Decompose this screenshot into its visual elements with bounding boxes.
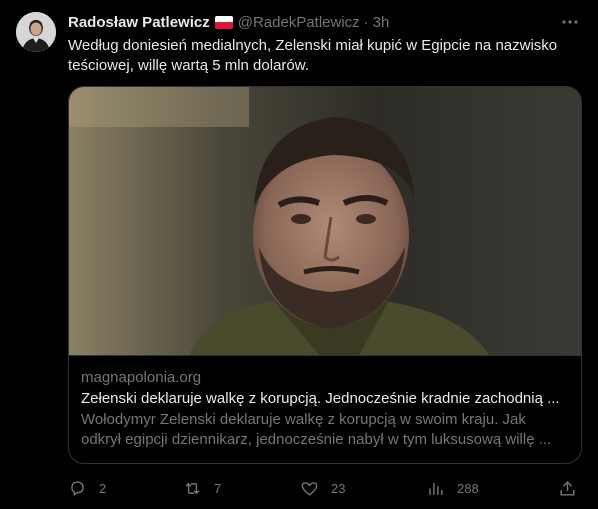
author-name[interactable]: Radosław Patlewicz bbox=[68, 14, 210, 31]
avatar[interactable] bbox=[16, 12, 56, 52]
like-count: 23 bbox=[331, 480, 346, 496]
reply-button[interactable]: 2 bbox=[68, 476, 106, 500]
poland-flag-icon bbox=[214, 15, 233, 29]
retweet-count: 7 bbox=[214, 480, 222, 496]
link-card-meta[interactable]: magnapolonia.org Zełenski deklaruje walk… bbox=[69, 355, 581, 450]
reply-icon bbox=[71, 480, 84, 496]
action-bar: 2 7 23 288 bbox=[68, 476, 582, 500]
timestamp[interactable]: 3h bbox=[373, 14, 390, 31]
share-button[interactable] bbox=[558, 476, 577, 500]
link-card-description-line: odkrył egipcji dziennikarz, jednocześnie… bbox=[81, 431, 552, 448]
author-handle[interactable]: @RadekPatlewicz bbox=[238, 14, 360, 31]
link-card-title: Zełenski deklaruje walkę z korupcją. Jed… bbox=[81, 390, 560, 407]
reply-count: 2 bbox=[99, 480, 107, 496]
like-button[interactable]: 23 bbox=[300, 476, 345, 500]
link-card-domain: magnapolonia.org bbox=[81, 369, 202, 386]
tweet: Radosław Patlewicz @RadekPatlewicz · 3h … bbox=[0, 0, 598, 509]
tweet-text-line: teściowej, willę wartą 5 mln dolarów. bbox=[68, 57, 309, 74]
link-card-description: Wołodymyr Zelenski deklaruje walkę z kor… bbox=[81, 410, 569, 450]
link-card[interactable]: magnapolonia.org Zełenski deklaruje walk… bbox=[68, 86, 582, 464]
tweet-header: Radosław Patlewicz @RadekPatlewicz · 3h bbox=[68, 12, 389, 32]
separator-dot: · bbox=[363, 13, 369, 31]
portrait-photo bbox=[69, 87, 581, 355]
views-icon bbox=[429, 482, 443, 495]
tweet-text: Według doniesień medialnych, Zelenski mi… bbox=[68, 36, 578, 76]
avatar-image bbox=[16, 12, 56, 52]
share-icon bbox=[560, 480, 575, 496]
views-button[interactable]: 288 bbox=[426, 476, 479, 500]
link-card-description-line: Wołodymyr Zelenski deklaruje walkę z kor… bbox=[81, 411, 526, 428]
more-options-icon[interactable] bbox=[560, 12, 580, 32]
retweet-button[interactable]: 7 bbox=[183, 476, 221, 500]
link-card-image[interactable] bbox=[69, 87, 581, 355]
retweet-icon bbox=[185, 482, 200, 494]
tweet-text-line: Według doniesień medialnych, Zelenski mi… bbox=[68, 37, 558, 54]
views-count: 288 bbox=[457, 480, 479, 496]
heart-icon bbox=[301, 481, 318, 496]
